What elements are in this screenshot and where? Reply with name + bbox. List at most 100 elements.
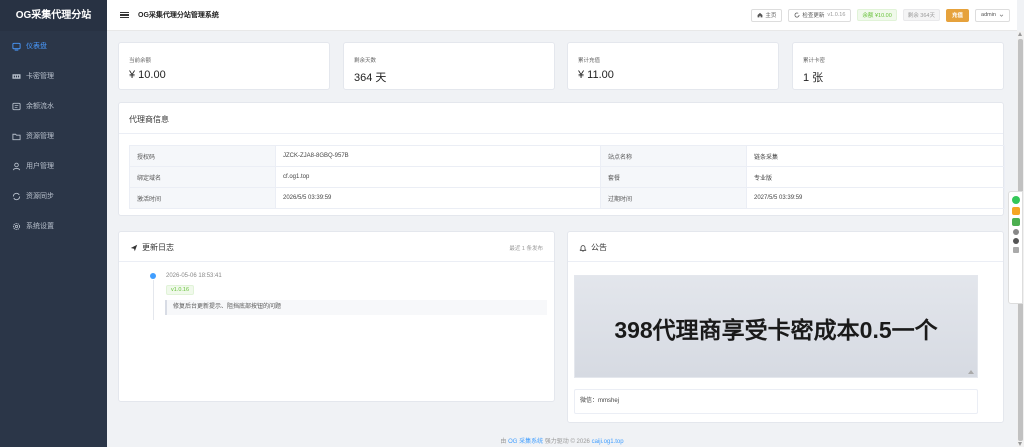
user-name: admin bbox=[981, 12, 996, 18]
page-title: OG采集代理分站管理系统 bbox=[138, 12, 219, 19]
agent-info-table: 授权码 JZCK-ZJA8-8GBQ-957B 站点名称 链条采集 绑定域名 c… bbox=[129, 145, 1005, 209]
sidebar-item-users[interactable]: 用户管理 bbox=[0, 151, 107, 181]
sidebar-item-dashboard[interactable]: 仪表盘 bbox=[0, 31, 107, 61]
topbar-actions: 主页 检查更新 v1.0.16 余额 ¥10.00 剩余 364天 充值 adm… bbox=[751, 8, 1017, 22]
divider bbox=[568, 261, 1003, 262]
footer: 由 OG 采集系统 强力驱动 © 2026 caiji.og1.top bbox=[107, 436, 1017, 445]
stat-label: 累计充值 bbox=[578, 58, 601, 64]
info-key: 激活时间 bbox=[129, 187, 276, 209]
chart-icon[interactable] bbox=[1012, 238, 1019, 244]
sidebar-item-label: 系统设置 bbox=[26, 223, 54, 230]
bell-icon bbox=[579, 244, 587, 252]
stat-value: ¥ 11.00 bbox=[578, 69, 614, 81]
timeline-note: 修复后台更新提示、阻挡底部按钮的问题 bbox=[165, 300, 547, 315]
sidebar-item-label: 仪表盘 bbox=[26, 43, 47, 50]
green-app-icon[interactable] bbox=[1011, 218, 1020, 226]
stat-value: ¥ 10.00 bbox=[129, 69, 166, 81]
stat-label: 累计卡密 bbox=[803, 58, 826, 64]
info-key: 绑定域名 bbox=[129, 166, 276, 188]
resize-icon bbox=[968, 370, 974, 374]
info-key: 套餐 bbox=[600, 166, 747, 188]
dashboard-icon bbox=[12, 42, 21, 51]
stat-card-recharge: 累计充值 ¥ 11.00 bbox=[567, 42, 779, 90]
version-tag: v1.0.16 bbox=[166, 285, 195, 295]
notice-header: 公告 bbox=[579, 242, 607, 253]
stat-value: 364 天 bbox=[354, 72, 387, 84]
tool-icon[interactable] bbox=[1012, 247, 1019, 253]
changelog-count: 最近 1 条发布 bbox=[509, 246, 543, 252]
sidebar-item-sync[interactable]: 资源同步 bbox=[0, 181, 107, 211]
info-key: 过期时间 bbox=[600, 187, 747, 209]
send-icon bbox=[130, 244, 138, 251]
changelog-header: 更新日志 bbox=[130, 242, 174, 253]
sidebar-item-label: 资源同步 bbox=[26, 193, 54, 200]
info-value: cf.og1.top bbox=[275, 166, 601, 188]
sidebar-item-cards[interactable]: 卡密管理 bbox=[0, 61, 107, 91]
divider bbox=[119, 133, 1003, 134]
sidebar-item-resources[interactable]: 资源管理 bbox=[0, 121, 107, 151]
orange-app-icon[interactable] bbox=[1011, 207, 1020, 215]
timeline-dot bbox=[150, 273, 156, 279]
check-update-label: 检查更新 bbox=[802, 13, 825, 19]
stat-label: 当前余额 bbox=[129, 58, 152, 64]
divider bbox=[119, 261, 554, 262]
scroll-up-icon[interactable] bbox=[1018, 32, 1022, 36]
timeline-time: 2026-05-06 18:53:41 bbox=[166, 273, 222, 279]
balance-badge: 余额 ¥10.00 bbox=[857, 9, 897, 21]
banner-text: 398代理商享受卡密成本0.5一个 bbox=[614, 317, 938, 343]
info-value: 链条采集 bbox=[746, 145, 1005, 167]
scroll-down-icon[interactable] bbox=[1018, 442, 1022, 446]
sidebar-item-label: 用户管理 bbox=[26, 163, 54, 170]
info-value: 2027/5/5 03:39:59 bbox=[746, 187, 1005, 209]
footer-middle: 强力驱动 bbox=[544, 439, 569, 445]
home-label: 主页 bbox=[765, 13, 777, 19]
sidebar-logo[interactable]: OG采集代理分站 bbox=[0, 0, 107, 31]
sidebar-item-settings[interactable]: 系统设置 bbox=[0, 211, 107, 241]
system-link[interactable]: OG 采集系统 bbox=[508, 439, 543, 445]
menu-toggle-icon[interactable] bbox=[120, 11, 129, 20]
wallet-icon bbox=[12, 102, 21, 110]
agent-info-card: 代理商信息 授权码 JZCK-ZJA8-8GBQ-957B 站点名称 链条采集 … bbox=[118, 102, 1005, 216]
footer-prefix: 由 bbox=[500, 439, 507, 445]
changelog-title: 更新日志 bbox=[142, 243, 174, 252]
timeline-line bbox=[152, 280, 154, 320]
info-value: 2026/5/5 03:39:59 bbox=[275, 187, 601, 209]
table-row: 授权码 JZCK-ZJA8-8GBQ-957B 站点名称 链条采集 bbox=[129, 145, 1005, 167]
user-icon bbox=[12, 162, 21, 170]
copyright: © 2026 bbox=[570, 439, 590, 445]
stat-card-balance: 当前余额 ¥ 10.00 bbox=[118, 42, 330, 90]
sidebar-item-label: 余额流水 bbox=[26, 103, 54, 110]
info-value: JZCK-ZJA8-8GBQ-957B bbox=[275, 145, 601, 167]
agent-info-title: 代理商信息 bbox=[129, 115, 169, 124]
green-status-icon[interactable] bbox=[1011, 196, 1020, 204]
chevron-down-icon bbox=[999, 14, 1004, 17]
home-icon bbox=[757, 12, 763, 18]
wechat-contact: 微信：mmshej bbox=[574, 389, 978, 414]
recharge-button[interactable]: 充值 bbox=[946, 8, 970, 22]
info-value: 专业版 bbox=[746, 166, 1005, 188]
info-key: 授权码 bbox=[129, 145, 276, 167]
sidebar-item-label: 资源管理 bbox=[26, 133, 54, 140]
table-row: 激活时间 2026/5/5 03:39:59 过期时间 2027/5/5 03:… bbox=[129, 187, 1005, 209]
check-update-button[interactable]: 检查更新 v1.0.16 bbox=[788, 8, 852, 22]
floating-toolbar[interactable] bbox=[1008, 191, 1023, 304]
sync-icon bbox=[12, 192, 21, 200]
user-menu[interactable]: admin bbox=[975, 8, 1010, 22]
site-link[interactable]: caiji.og1.top bbox=[592, 439, 624, 445]
notice-card: 公告 398代理商享受卡密成本0.5一个 微信：mmshej bbox=[567, 231, 1004, 423]
stat-card-days: 剩余天数 364 天 bbox=[343, 42, 555, 90]
folder-icon bbox=[12, 133, 21, 140]
stat-label: 剩余天数 bbox=[354, 58, 377, 64]
refresh-icon bbox=[794, 12, 800, 18]
stat-card-cards: 累计卡密 1 张 bbox=[792, 42, 1004, 90]
topbar: OG采集代理分站管理系统 主页 检查更新 v1.0.16 余额 ¥10.00 剩… bbox=[107, 0, 1017, 31]
sidebar-item-label: 卡密管理 bbox=[26, 73, 54, 80]
version-label: v1.0.16 bbox=[827, 12, 846, 18]
sidebar-item-balance-log[interactable]: 余额流水 bbox=[0, 91, 107, 121]
info-key: 站点名称 bbox=[600, 145, 747, 167]
gear-icon bbox=[12, 222, 21, 230]
card-icon bbox=[12, 73, 21, 79]
home-button[interactable]: 主页 bbox=[751, 8, 783, 22]
days-badge: 剩余 364天 bbox=[902, 9, 940, 21]
info-icon[interactable] bbox=[1012, 229, 1019, 235]
